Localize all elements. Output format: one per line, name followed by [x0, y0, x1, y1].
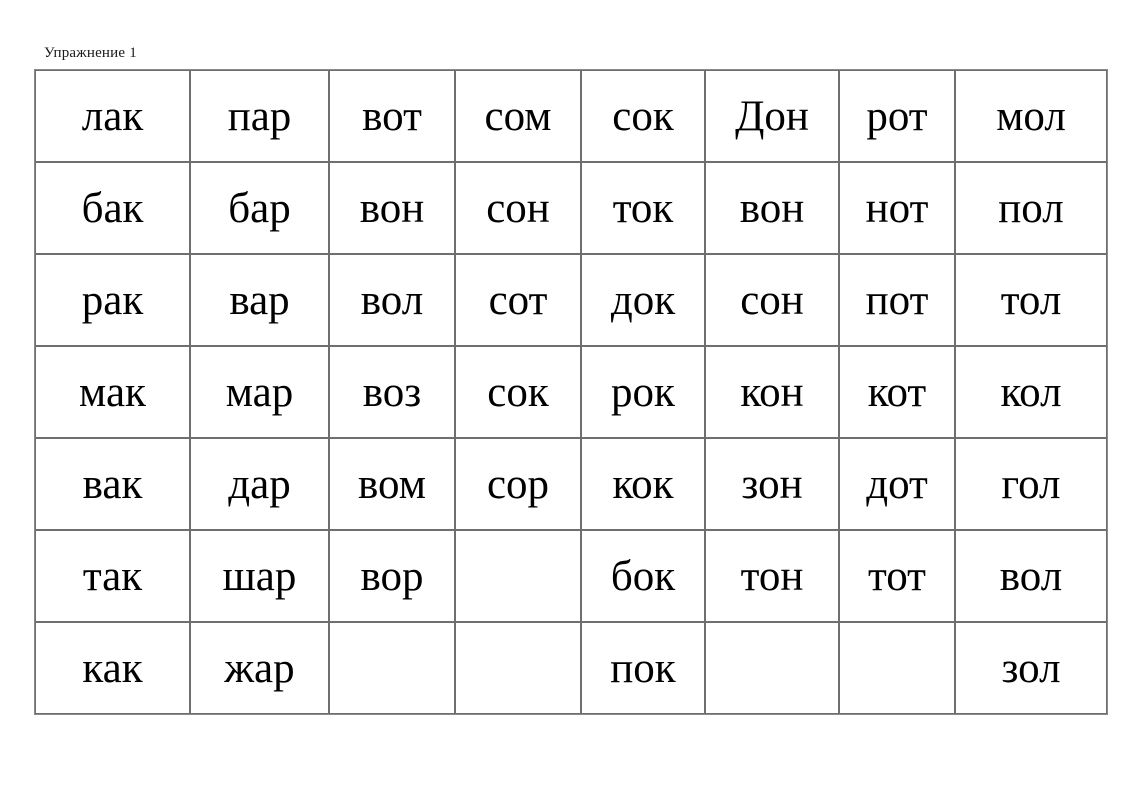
word-cell[interactable]: тот	[839, 530, 955, 622]
word-cell-empty[interactable]	[705, 622, 839, 714]
word-cell[interactable]: сор	[455, 438, 581, 530]
word-cell-empty[interactable]	[455, 530, 581, 622]
word-cell[interactable]: вор	[329, 530, 455, 622]
word-cell[interactable]: мак	[35, 346, 190, 438]
word-cell[interactable]: рот	[839, 70, 955, 162]
table-row: рак вар вол сот док сон пот тол	[35, 254, 1107, 346]
table-row: лак пар вот сом сок Дон рот мол	[35, 70, 1107, 162]
word-cell[interactable]: вот	[329, 70, 455, 162]
word-cell[interactable]: пар	[190, 70, 329, 162]
word-cell[interactable]: ток	[581, 162, 705, 254]
word-cell[interactable]: сон	[705, 254, 839, 346]
word-cell[interactable]: мол	[955, 70, 1107, 162]
word-cell[interactable]: жар	[190, 622, 329, 714]
word-cell[interactable]: пок	[581, 622, 705, 714]
word-cell-empty[interactable]	[455, 622, 581, 714]
word-cell[interactable]: шар	[190, 530, 329, 622]
word-cell[interactable]: пол	[955, 162, 1107, 254]
word-cell[interactable]: вом	[329, 438, 455, 530]
worksheet-page: Упражнение 1 лак пар вот сом сок Дон рот…	[0, 0, 1122, 793]
word-cell[interactable]: мар	[190, 346, 329, 438]
word-cell[interactable]: сок	[455, 346, 581, 438]
word-cell[interactable]: бок	[581, 530, 705, 622]
word-cell[interactable]: вол	[955, 530, 1107, 622]
word-cell[interactable]: вол	[329, 254, 455, 346]
word-cell[interactable]: так	[35, 530, 190, 622]
word-cell[interactable]: бак	[35, 162, 190, 254]
word-cell[interactable]: Дон	[705, 70, 839, 162]
word-cell[interactable]: тон	[705, 530, 839, 622]
word-cell[interactable]: сот	[455, 254, 581, 346]
table-row: как жар пок зол	[35, 622, 1107, 714]
word-cell[interactable]: сон	[455, 162, 581, 254]
word-cell[interactable]: вар	[190, 254, 329, 346]
word-cell[interactable]: рак	[35, 254, 190, 346]
word-cell[interactable]: воз	[329, 346, 455, 438]
word-cell[interactable]: лак	[35, 70, 190, 162]
word-cell[interactable]: вон	[329, 162, 455, 254]
word-cell-empty[interactable]	[839, 622, 955, 714]
word-cell[interactable]: вак	[35, 438, 190, 530]
word-cell[interactable]: пот	[839, 254, 955, 346]
table-row: бак бар вон сон ток вон нот пол	[35, 162, 1107, 254]
word-cell[interactable]: нот	[839, 162, 955, 254]
word-cell[interactable]: сок	[581, 70, 705, 162]
word-cell[interactable]: дар	[190, 438, 329, 530]
word-grid-body: лак пар вот сом сок Дон рот мол бак бар …	[35, 70, 1107, 714]
word-cell[interactable]: вон	[705, 162, 839, 254]
table-row: вак дар вом сор кок зон дот гол	[35, 438, 1107, 530]
page-title: Упражнение 1	[44, 45, 137, 61]
word-cell[interactable]: рок	[581, 346, 705, 438]
word-cell[interactable]: кот	[839, 346, 955, 438]
word-cell[interactable]: кон	[705, 346, 839, 438]
word-cell[interactable]: зон	[705, 438, 839, 530]
word-cell[interactable]: тол	[955, 254, 1107, 346]
word-cell[interactable]: дот	[839, 438, 955, 530]
word-cell[interactable]: док	[581, 254, 705, 346]
table-row: так шар вор бок тон тот вол	[35, 530, 1107, 622]
table-row: мак мар воз сок рок кон кот кол	[35, 346, 1107, 438]
word-cell[interactable]: гол	[955, 438, 1107, 530]
word-grid: лак пар вот сом сок Дон рот мол бак бар …	[34, 69, 1108, 715]
word-cell[interactable]: как	[35, 622, 190, 714]
word-cell[interactable]: кол	[955, 346, 1107, 438]
word-cell[interactable]: зол	[955, 622, 1107, 714]
word-cell[interactable]: бар	[190, 162, 329, 254]
word-cell-empty[interactable]	[329, 622, 455, 714]
word-cell[interactable]: сом	[455, 70, 581, 162]
word-cell[interactable]: кок	[581, 438, 705, 530]
